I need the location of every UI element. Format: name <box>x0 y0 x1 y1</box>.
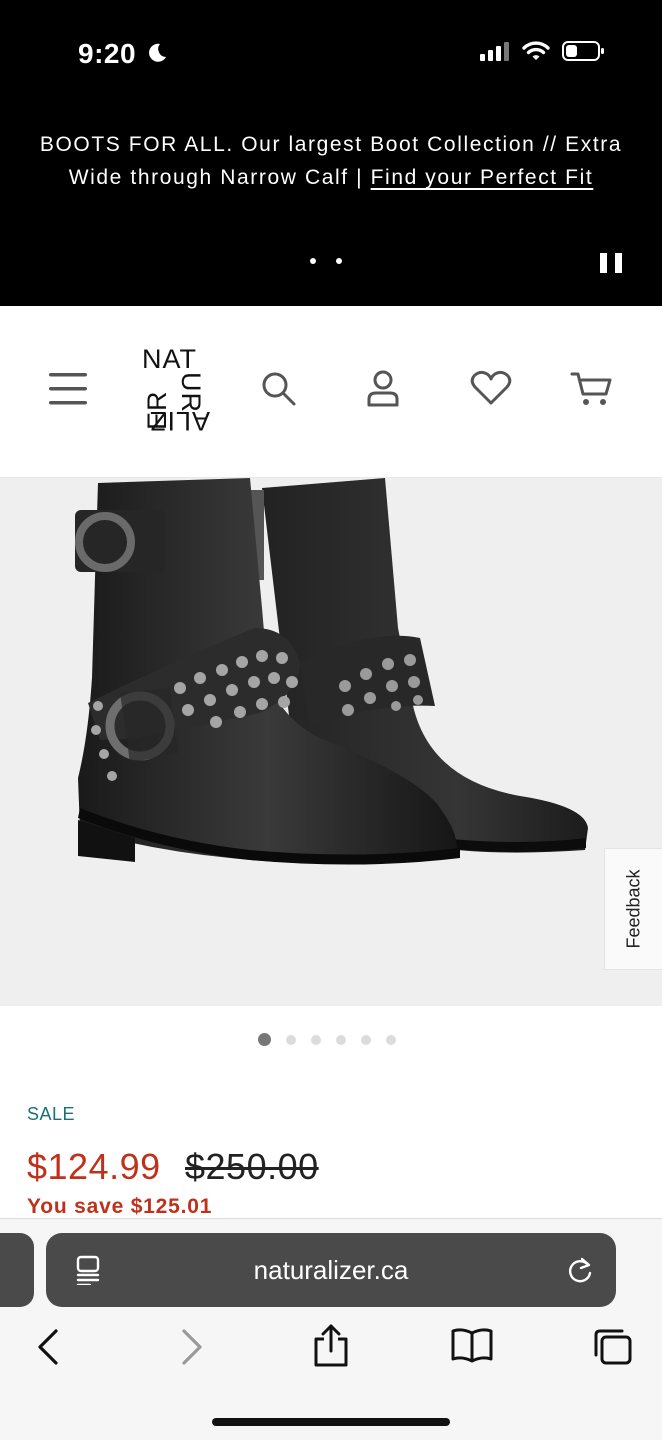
reload-icon[interactable] <box>566 1255 594 1285</box>
feedback-tab[interactable]: Feedback <box>604 848 662 970</box>
back-icon[interactable] <box>36 1327 60 1367</box>
home-indicator[interactable] <box>212 1418 450 1426</box>
product-image[interactable] <box>0 478 662 1006</box>
naturalizer-logo[interactable]: NAT UR ALIZ ER <box>140 344 210 438</box>
address-bar[interactable]: naturalizer.ca <box>46 1233 616 1307</box>
promo-text: BOOTS FOR ALL. Our largest Boot Collecti… <box>30 128 632 194</box>
pause-icon <box>600 253 607 273</box>
carousel-dot[interactable] <box>336 1034 346 1045</box>
menu-icon[interactable] <box>48 370 88 408</box>
perfect-fit-link[interactable]: Find your Perfect Fit <box>371 166 594 189</box>
previous-tab-peek[interactable] <box>0 1233 34 1307</box>
bookmarks-icon[interactable] <box>450 1327 494 1363</box>
promo-banner: 9:20 BOOTS FOR ALL. Our largest Boot Col… <box>0 0 662 306</box>
status-indicators <box>480 40 606 62</box>
promo-dot[interactable] <box>336 258 342 264</box>
savings-text: You save $125.01 <box>27 1195 213 1218</box>
sale-label: SALE <box>27 1104 76 1124</box>
battery-icon <box>562 41 604 61</box>
image-carousel-dots <box>258 1033 396 1046</box>
carousel-dot[interactable] <box>311 1034 321 1045</box>
search-icon[interactable] <box>260 370 298 408</box>
tabs-icon[interactable] <box>592 1327 634 1367</box>
wishlist-heart-icon[interactable] <box>470 370 512 406</box>
original-price: $250.00 <box>185 1146 319 1187</box>
feedback-label: Feedback <box>623 869 643 949</box>
sale-price: $124.99 <box>27 1146 161 1187</box>
wifi-icon <box>522 41 550 60</box>
site-header: NAT UR ALIZ ER <box>0 306 662 478</box>
carousel-dot[interactable] <box>258 1033 271 1046</box>
carousel-dot[interactable] <box>386 1034 396 1045</box>
promo-pagination <box>310 258 342 264</box>
cart-icon[interactable] <box>570 370 614 408</box>
signal-icon <box>480 42 509 61</box>
url-text: naturalizer.ca <box>253 1255 409 1285</box>
boots-illustration <box>75 478 588 865</box>
promo-dot[interactable] <box>310 258 316 264</box>
logo-row-1: NAT <box>142 344 197 374</box>
logo-row-4: ER <box>142 390 172 430</box>
share-icon[interactable] <box>312 1323 350 1367</box>
pause-button[interactable] <box>600 253 622 273</box>
browser-toolbar: naturalizer.ca <box>0 1218 662 1440</box>
carousel-dot[interactable] <box>361 1034 371 1045</box>
forward-icon[interactable] <box>180 1327 204 1367</box>
carousel-dot[interactable] <box>286 1034 296 1045</box>
moon-icon <box>149 43 166 62</box>
status-time: 9:20 <box>78 38 137 69</box>
account-icon[interactable] <box>366 368 400 408</box>
